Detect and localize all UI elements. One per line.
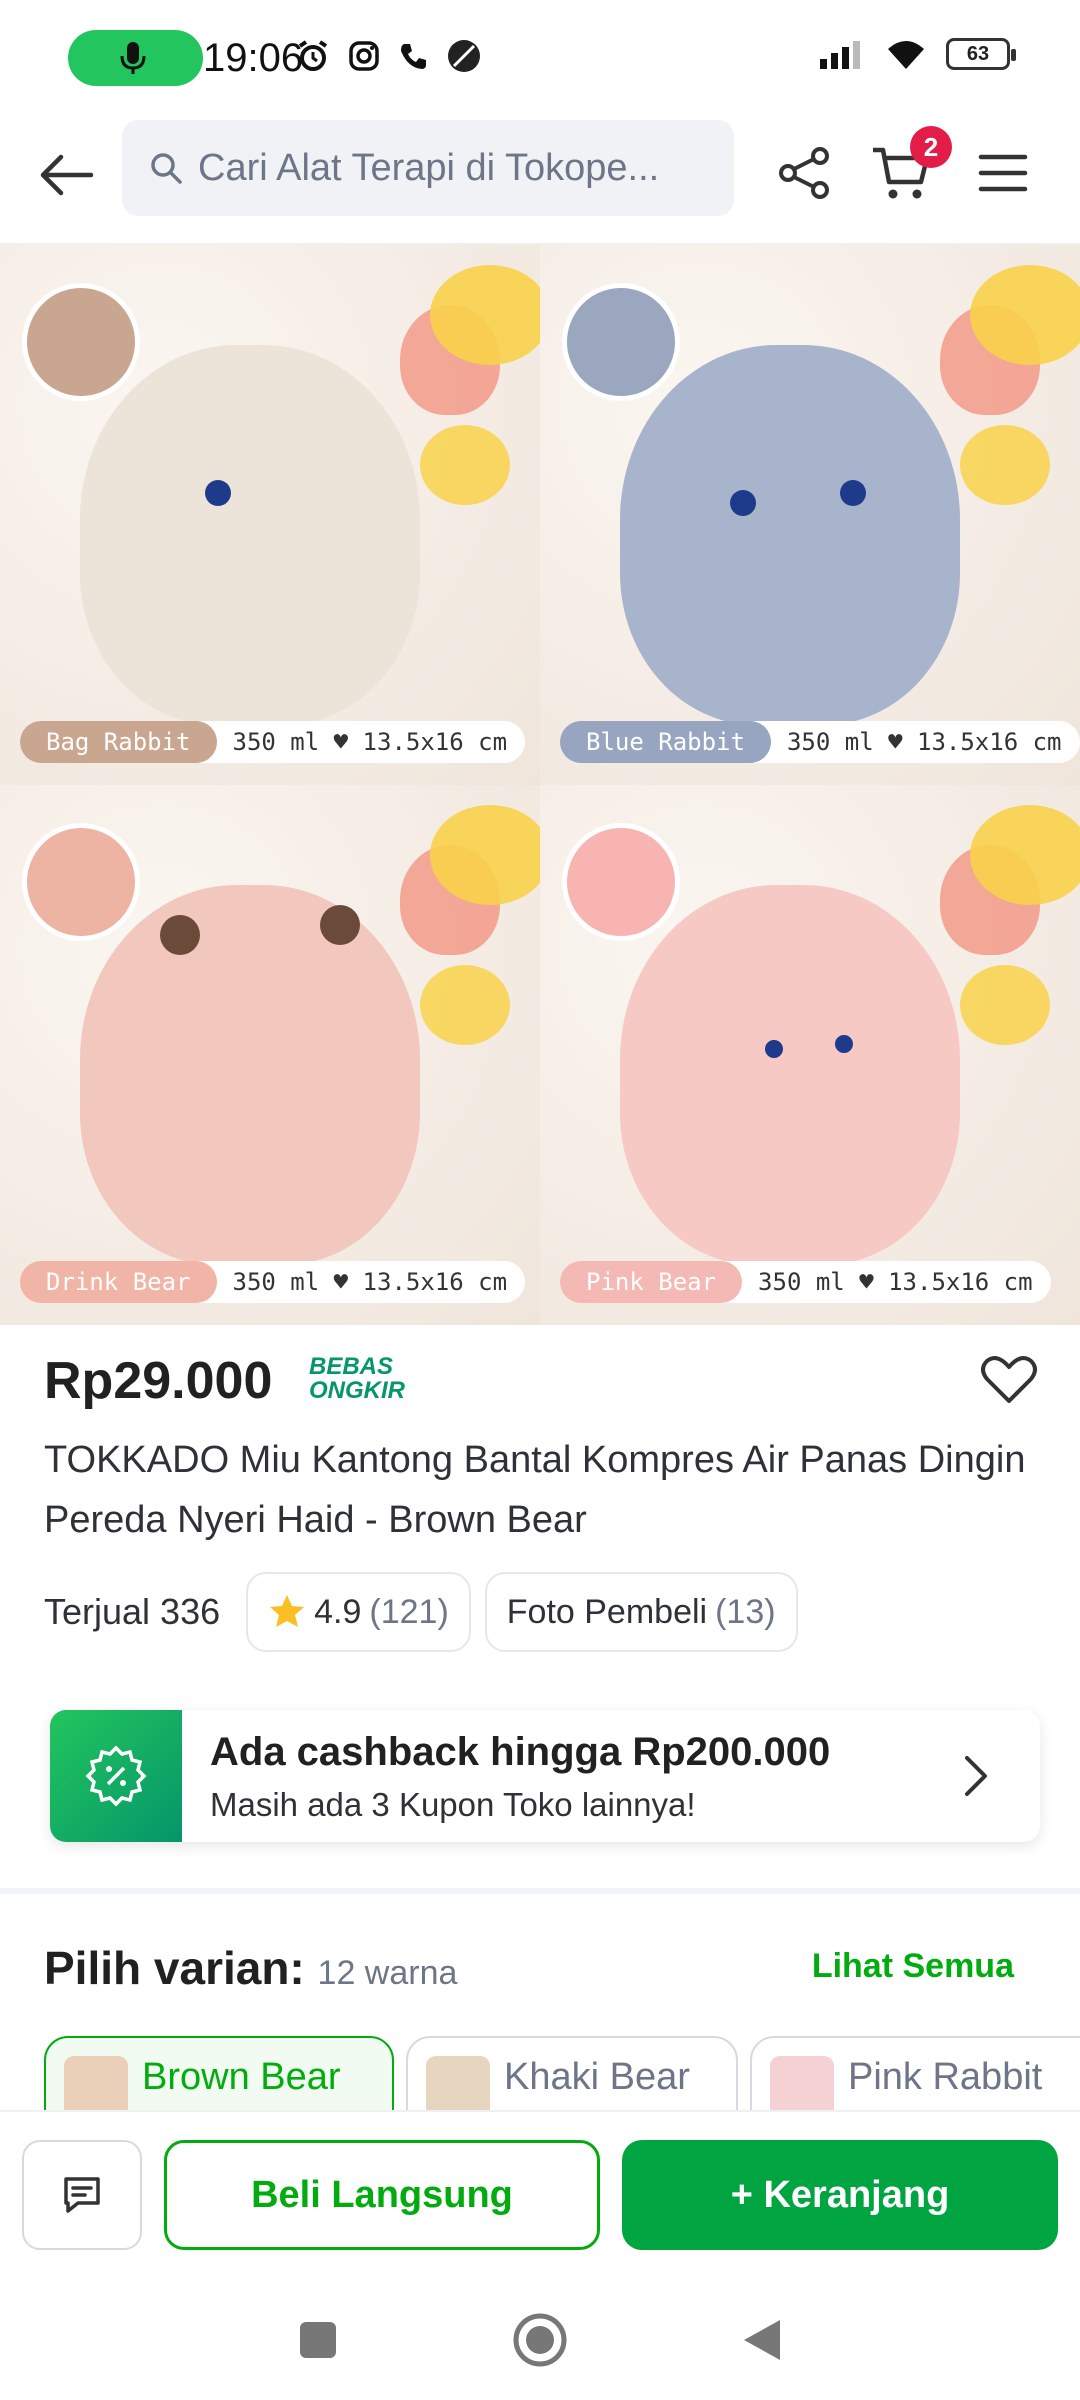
cart-button[interactable]: 2 <box>866 126 952 208</box>
variant-label: Pink Rabbit <box>848 2056 1043 2098</box>
variant-thumbnail <box>64 2056 128 2110</box>
color-swatch <box>22 823 140 941</box>
bottom-action-bar: Beli Langsung + Keranjang <box>0 2110 1080 2280</box>
share-icon <box>779 147 829 199</box>
buy-now-button[interactable]: Beli Langsung <box>164 2140 600 2250</box>
variant-label: Brown Bear <box>142 2056 341 2098</box>
caption-name: Pink Bear <box>560 1261 743 1303</box>
system-navigation-bar <box>0 2280 1080 2400</box>
back-button[interactable] <box>32 140 102 210</box>
variant-option[interactable]: Brown Bear <box>44 2036 394 2110</box>
variant-title: Pilih varian: 12 warna <box>44 1941 457 1995</box>
share-button[interactable] <box>770 138 840 208</box>
caption-name: Drink Bear <box>20 1261 217 1303</box>
product-title: TOKKADO Miu Kantong Bantal Kompres Air P… <box>44 1439 1026 1541</box>
caption-name: Bag Rabbit <box>20 721 217 763</box>
coupon-ticket <box>50 1710 182 1842</box>
variant-title-label: Pilih varian: <box>44 1942 305 1994</box>
image-caption: Pink Bear 350 ml ♥ 13.5x16 cm <box>560 1261 1051 1303</box>
home-icon[interactable] <box>510 2310 570 2370</box>
color-swatch <box>22 283 140 401</box>
phone-icon <box>401 44 426 69</box>
battery-indicator: 63 <box>946 38 1016 70</box>
buyer-photos-label: Foto Pembeli <box>506 1592 708 1631</box>
hamburger-icon <box>978 154 1028 192</box>
wifi-icon <box>888 41 924 69</box>
variant-option[interactable]: Pink Rabbit <box>750 2036 1080 2110</box>
free-shipping-badge: BEBAS ONGKIR <box>309 1355 405 1403</box>
variant-thumbnail <box>426 2056 490 2110</box>
rating-chip[interactable]: 4.9 (121) <box>246 1572 471 1652</box>
product-tile: Bag Rabbit 350 ml ♥ 13.5x16 cm <box>0 245 540 785</box>
cashback-subtitle: Masih ada 3 Kupon Toko lainnya! <box>210 1786 696 1823</box>
cashback-banner[interactable]: Ada cashback hingga Rp200.000 Masih ada … <box>50 1710 1040 1842</box>
rating-value: 4.9 <box>314 1592 362 1631</box>
search-input[interactable]: Cari Alat Terapi di Tokope... <box>122 120 734 216</box>
status-time: 19:06 <box>203 36 304 80</box>
cashback-title: Ada cashback hingga Rp200.000 <box>210 1730 831 1774</box>
image-caption: Blue Rabbit 350 ml ♥ 13.5x16 cm <box>560 721 1080 763</box>
buyer-photos-chip[interactable]: Foto Pembeli (13) <box>484 1572 798 1652</box>
product-stats: Terjual 336 4.9 (121) Foto Pembeli (13) <box>44 1572 798 1652</box>
back-triangle-icon[interactable] <box>740 2316 784 2364</box>
star-icon <box>270 1595 305 1627</box>
caption-spec: 350 ml ♥ 13.5x16 cm <box>232 728 508 756</box>
signal-icon <box>820 41 860 69</box>
product-tile: Blue Rabbit 350 ml ♥ 13.5x16 cm <box>540 245 1080 785</box>
free-shipping-line1: BEBAS <box>309 1353 394 1380</box>
top-navigation: Cari Alat Terapi di Tokope... 2 <box>0 120 1080 245</box>
caption-spec: 350 ml ♥ 13.5x16 cm <box>786 728 1062 756</box>
discount-badge-icon <box>85 1745 147 1807</box>
product-illustration <box>80 345 420 725</box>
variant-option[interactable]: Khaki Bear <box>406 2036 738 2110</box>
instagram-icon <box>349 41 379 71</box>
product-illustration <box>80 885 420 1265</box>
caption-name: Blue Rabbit <box>560 721 771 763</box>
product-tile: Pink Bear 350 ml ♥ 13.5x16 cm <box>540 785 1080 1325</box>
rating-count: (121) <box>369 1592 449 1631</box>
variant-list: Brown Bear Khaki Bear Pink Rabbit <box>44 2036 1080 2110</box>
color-swatch <box>562 823 680 941</box>
status-bar: 19:06 63 <box>0 0 1080 120</box>
chat-icon <box>64 2177 100 2213</box>
caption-spec: 350 ml ♥ 13.5x16 cm <box>232 1268 508 1296</box>
section-divider <box>0 1888 1080 1894</box>
variant-count: 12 warna <box>317 1954 458 1992</box>
heart-icon <box>981 1356 1037 1403</box>
battery-level: 63 <box>966 42 990 65</box>
search-placeholder: Cari Alat Terapi di Tokope... <box>198 146 660 189</box>
color-swatch <box>562 283 680 401</box>
product-illustration <box>620 345 960 725</box>
arrow-left-icon <box>40 154 94 196</box>
free-shipping-line2: ONGKIR <box>309 1377 405 1404</box>
caption-spec: 350 ml ♥ 13.5x16 cm <box>758 1268 1033 1296</box>
dnd-icon <box>448 40 480 72</box>
microphone-icon <box>120 42 146 74</box>
image-caption: Drink Bear 350 ml ♥ 13.5x16 cm <box>20 1261 526 1303</box>
sold-count: Terjual 336 <box>44 1591 221 1632</box>
recent-apps-icon[interactable] <box>296 2318 340 2362</box>
image-caption: Bag Rabbit 350 ml ♥ 13.5x16 cm <box>20 721 526 763</box>
product-price: Rp29.000 <box>44 1352 273 1410</box>
price-row: Rp29.000 BEBAS ONGKIR <box>44 1345 1044 1415</box>
buyer-photos-count: (13) <box>715 1592 776 1631</box>
search-icon <box>151 153 182 184</box>
product-image-gallery[interactable]: Bag Rabbit 350 ml ♥ 13.5x16 cm Blue Rabb… <box>0 245 1080 1325</box>
microphone-indicator <box>68 30 203 86</box>
product-tile: Drink Bear 350 ml ♥ 13.5x16 cm <box>0 785 540 1325</box>
menu-button[interactable] <box>968 138 1038 208</box>
chat-button[interactable] <box>22 2140 142 2250</box>
variant-header: Pilih varian: 12 warna Lihat Semua <box>44 1935 1044 2005</box>
see-all-link[interactable]: Lihat Semua <box>812 1947 1014 1986</box>
add-to-cart-button[interactable]: + Keranjang <box>622 2140 1058 2250</box>
chevron-right-icon <box>946 1746 1006 1806</box>
variant-label: Khaki Bear <box>504 2056 690 2098</box>
alarm-icon <box>298 40 328 71</box>
cart-count-badge: 2 <box>910 126 952 168</box>
wishlist-button[interactable] <box>974 1345 1044 1415</box>
product-illustration <box>620 885 960 1265</box>
variant-thumbnail <box>770 2056 834 2110</box>
